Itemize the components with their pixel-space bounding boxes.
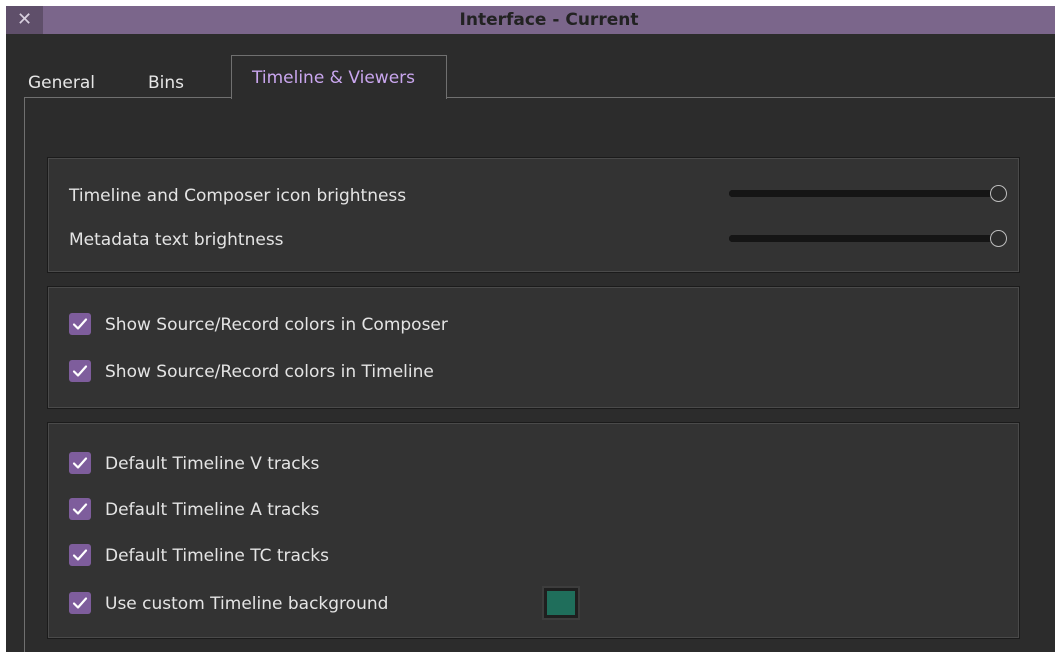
v-tracks-label[interactable]: Default Timeline V tracks: [105, 454, 319, 474]
icon-brightness-knob[interactable]: [990, 185, 1007, 202]
check-icon: [72, 457, 88, 469]
icon-brightness-slider[interactable]: [729, 185, 1007, 202]
check-icon: [72, 549, 88, 561]
tab-general[interactable]: General: [28, 68, 95, 98]
metadata-brightness-label: Metadata text brightness: [69, 230, 284, 250]
panel-border: [24, 97, 25, 652]
window-title: Interface - Current: [459, 10, 639, 30]
check-icon: [72, 597, 88, 609]
metadata-brightness-fill: [729, 235, 999, 242]
timeline-background-color-swatch[interactable]: [542, 586, 580, 620]
source-record-colors-group: Show Source/Record colors in Composer Sh…: [47, 286, 1020, 409]
check-icon: [72, 365, 88, 377]
tab-bar-divider: [24, 97, 1055, 98]
metadata-brightness-slider[interactable]: [729, 230, 1007, 247]
a-tracks-label[interactable]: Default Timeline A tracks: [105, 500, 319, 520]
check-icon: [72, 503, 88, 515]
close-icon: ✕: [16, 9, 33, 30]
check-icon: [72, 318, 88, 330]
title-bar[interactable]: ✕ Interface - Current: [6, 6, 1055, 34]
close-button[interactable]: ✕: [6, 6, 43, 34]
timeline-background-color: [547, 591, 575, 615]
timeline-defaults-group: Default Timeline V tracks Default Timeli…: [47, 422, 1020, 639]
a-tracks-checkbox[interactable]: [69, 498, 91, 520]
preferences-window: ✕ Interface - Current General Bins Timel…: [6, 6, 1055, 652]
tc-tracks-checkbox[interactable]: [69, 544, 91, 566]
icon-brightness-fill: [729, 190, 999, 197]
v-tracks-checkbox[interactable]: [69, 452, 91, 474]
custom-background-label[interactable]: Use custom Timeline background: [105, 594, 388, 614]
tab-timeline-viewers[interactable]: Timeline & Viewers: [231, 55, 447, 99]
custom-background-checkbox[interactable]: [69, 592, 91, 614]
tc-tracks-label[interactable]: Default Timeline TC tracks: [105, 546, 329, 566]
tab-bins[interactable]: Bins: [148, 68, 184, 98]
metadata-brightness-knob[interactable]: [990, 230, 1007, 247]
composer-colors-checkbox[interactable]: [69, 313, 91, 335]
timeline-colors-label[interactable]: Show Source/Record colors in Timeline: [105, 362, 434, 382]
timeline-colors-checkbox[interactable]: [69, 360, 91, 382]
composer-colors-label[interactable]: Show Source/Record colors in Composer: [105, 315, 448, 335]
icon-brightness-label: Timeline and Composer icon brightness: [69, 186, 407, 206]
brightness-group: Timeline and Composer icon brightness Me…: [47, 157, 1020, 273]
